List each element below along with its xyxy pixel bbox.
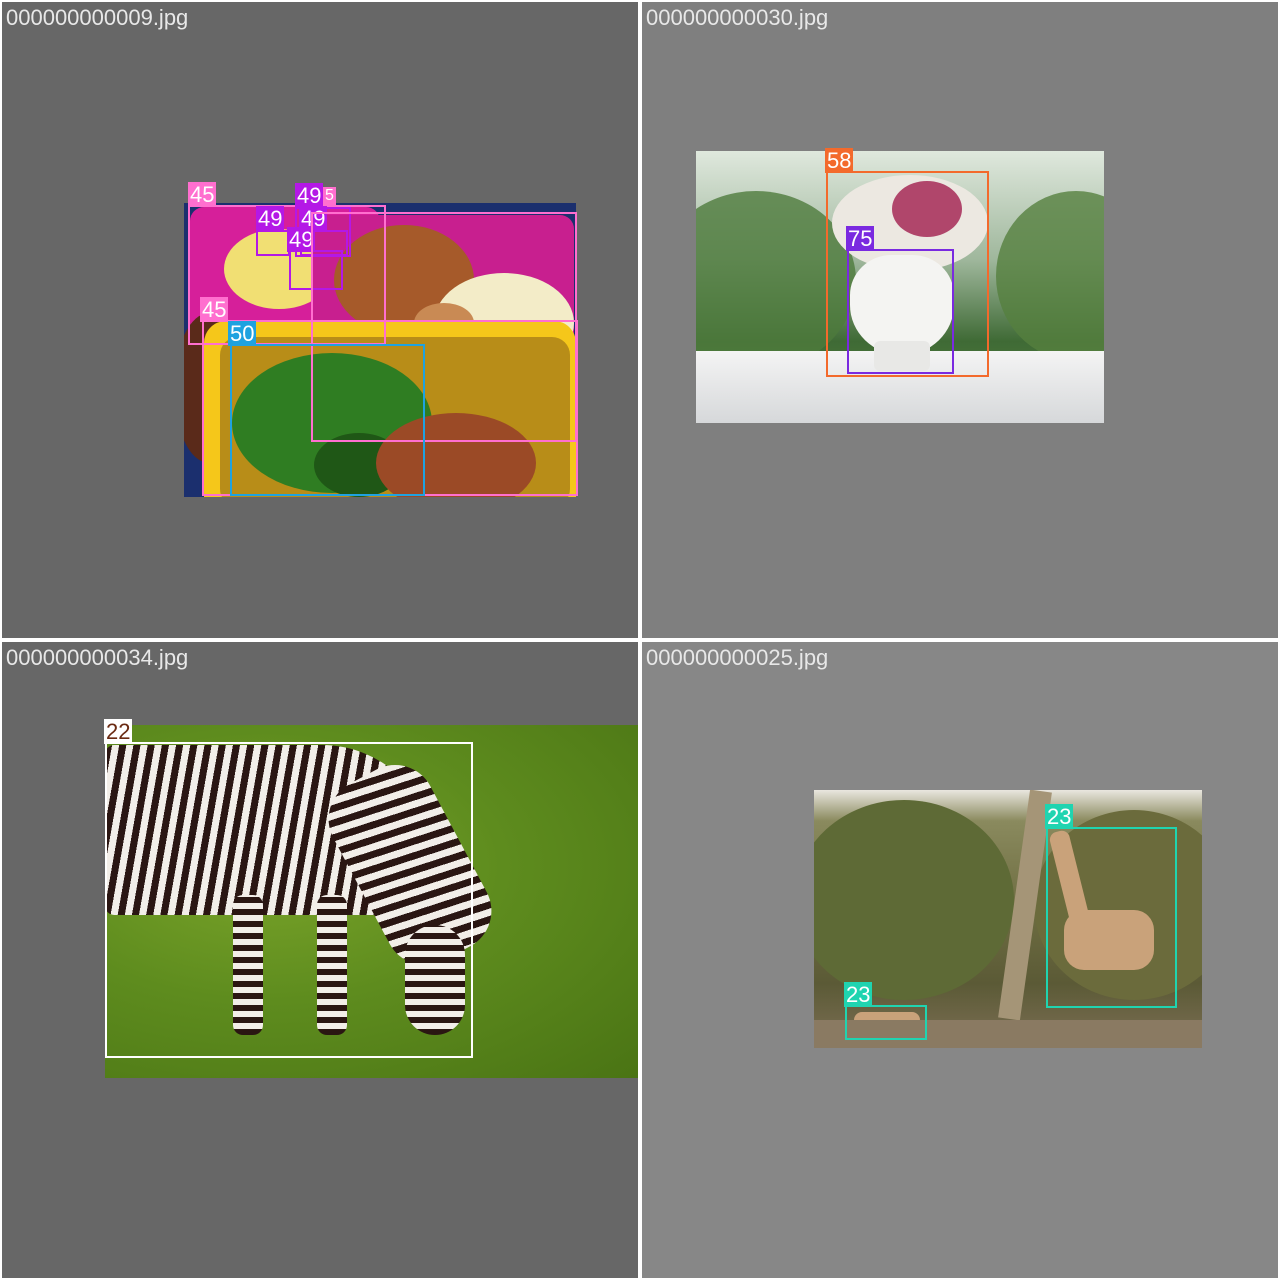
- detection-box-zebra: [105, 742, 473, 1058]
- detection-box-giraffe: [1046, 827, 1177, 1008]
- detection-label-orange: 49: [256, 206, 285, 231]
- detection-label-potted-plant: 58: [825, 148, 854, 173]
- detection-label-zebra: 22: [104, 719, 133, 744]
- mosaic-tile-3: 000000000034.jpg 22: [2, 642, 638, 1278]
- detection-box-broccoli: [230, 344, 425, 496]
- detection-box-giraffe: [845, 1005, 927, 1040]
- detection-box-vase: [847, 249, 954, 374]
- detection-label-giraffe: 23: [1045, 804, 1074, 829]
- tile-filename: 000000000009.jpg: [6, 5, 189, 30]
- tree-canopy: [814, 800, 1014, 1000]
- mosaic-tile-1: 000000000009.jpg 45 49 5 49 49 49 45 50: [2, 2, 638, 638]
- detection-label-bowl: 45: [188, 182, 217, 207]
- detection-label-vase: 75: [846, 226, 875, 251]
- mosaic-tile-4: 000000000025.jpg 23 23: [642, 642, 1278, 1278]
- tile-filename: 000000000030.jpg: [646, 5, 829, 30]
- detection-box-orange: [256, 230, 290, 256]
- detection-label-giraffe: 23: [844, 982, 873, 1007]
- detection-label-bowl: 45: [200, 297, 229, 322]
- detection-label-broccoli: 50: [228, 321, 257, 346]
- detection-label-small: 5: [323, 187, 336, 205]
- bush: [996, 191, 1104, 361]
- mosaic-tile-2: 000000000030.jpg 58 75: [642, 2, 1278, 638]
- tile-filename: 000000000025.jpg: [646, 645, 829, 670]
- tile-filename: 000000000034.jpg: [6, 645, 189, 670]
- detection-label-orange: 49: [295, 183, 324, 208]
